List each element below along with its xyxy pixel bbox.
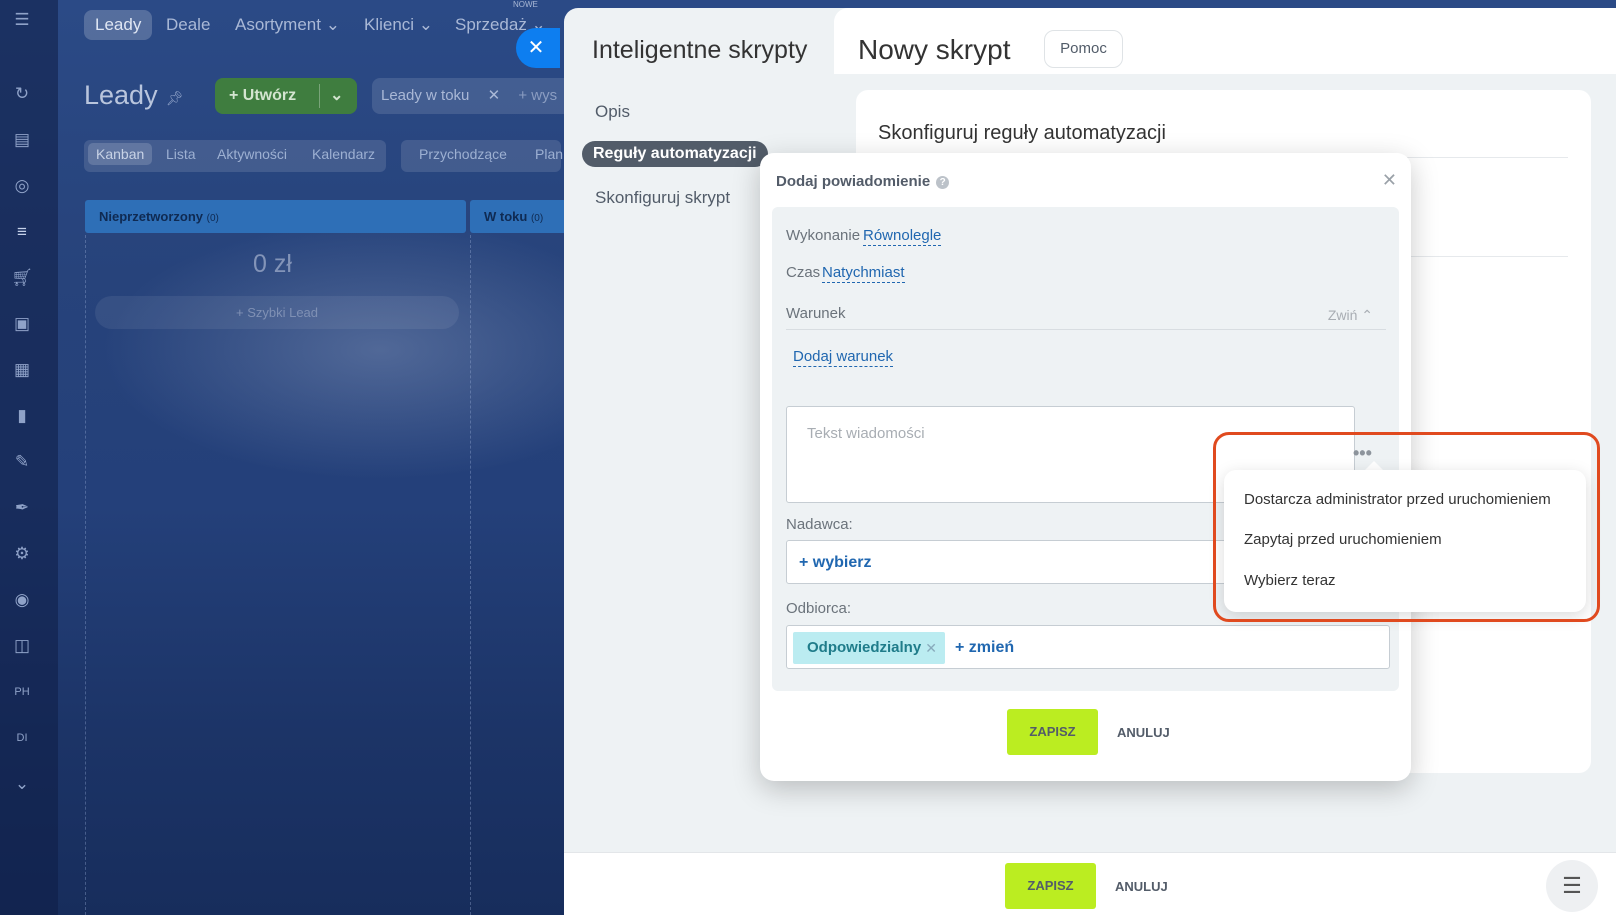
column-divider bbox=[85, 235, 86, 915]
close-icon[interactable]: ✕ bbox=[1382, 170, 1397, 191]
messenger-icon[interactable]: ▤ bbox=[11, 130, 33, 150]
column-header-nieprzetworzony: Nieprzetworzony (0) bbox=[85, 200, 466, 233]
execution-link[interactable]: Równolegle bbox=[863, 227, 942, 246]
remove-icon[interactable]: ✕ bbox=[925, 632, 937, 664]
chevron-down-icon[interactable]: ⌄ bbox=[11, 774, 33, 794]
header-title: Nowy skrypt bbox=[858, 34, 1011, 65]
tasks-icon[interactable]: ✎ bbox=[11, 452, 33, 472]
column-header-w-toku: W toku (0) bbox=[470, 200, 570, 233]
time-link[interactable]: Natychmiast bbox=[822, 264, 905, 283]
tab-aktywnosci[interactable]: Aktywności bbox=[217, 146, 287, 162]
tab-kalendarz[interactable]: Kalendarz bbox=[312, 146, 375, 162]
close-icon[interactable]: ✕ bbox=[488, 87, 501, 104]
time-label: Czas bbox=[786, 264, 821, 281]
store-icon[interactable]: ▣ bbox=[11, 314, 33, 334]
page-title: Leady bbox=[84, 80, 158, 110]
collapse-label: Zwiń bbox=[1327, 307, 1358, 323]
recipient-tag: Odpowiedzialny ✕ bbox=[793, 632, 945, 664]
tab-przychodzace[interactable]: Przychodzące bbox=[419, 146, 507, 162]
menu-icon[interactable]: ☰ bbox=[11, 10, 33, 30]
card-title: Skonfiguruj reguły automatyzacji bbox=[878, 122, 1166, 144]
panel-nav-skonfiguruj[interactable]: Skonfiguruj skrypt bbox=[595, 188, 730, 208]
add-condition-link[interactable]: Dodaj warunek bbox=[793, 348, 894, 367]
help-icon[interactable]: ? bbox=[936, 176, 950, 189]
footer-cancel-button[interactable]: ANULUJ bbox=[1115, 879, 1168, 894]
recipient-tag-label: Odpowiedzialny bbox=[807, 639, 922, 656]
popup-save-button[interactable]: ZAPISZ bbox=[1007, 709, 1098, 755]
panel-nav-opis[interactable]: Opis bbox=[595, 102, 630, 122]
footer-save-button[interactable]: ZAPISZ bbox=[1005, 863, 1096, 909]
sign-icon[interactable]: ✒ bbox=[11, 498, 33, 518]
chevron-up-icon: ⌃ bbox=[1361, 307, 1373, 323]
execution-label: Wykonanie bbox=[786, 227, 861, 244]
pin-icon[interactable]: 📌︎ bbox=[166, 90, 184, 107]
column-divider bbox=[470, 235, 471, 915]
calendar-icon[interactable]: ▦ bbox=[11, 360, 33, 380]
column-count: (0) bbox=[530, 213, 544, 224]
popup-title-text: Dodaj powiadomienie bbox=[776, 173, 931, 190]
popup-cancel-button[interactable]: ANULUJ bbox=[1117, 725, 1170, 740]
ph-icon[interactable]: PH bbox=[11, 682, 33, 702]
recipient-field[interactable]: Odpowiedzialny ✕ + zmień bbox=[786, 625, 1390, 669]
box-icon[interactable]: ◫ bbox=[11, 636, 33, 656]
panel-nav-reguly[interactable]: Reguły automatyzacji bbox=[582, 141, 768, 167]
recipient-change-link[interactable]: + zmień bbox=[955, 639, 1014, 657]
collapse-button[interactable]: Zwiń ⌃ bbox=[1328, 307, 1373, 324]
column-title: Nieprzetworzony bbox=[99, 209, 204, 224]
column-sum: 0 zł bbox=[253, 250, 292, 278]
nav-klienci[interactable]: Klienci ⌄ bbox=[364, 10, 433, 40]
panel-footer: ZAPISZ ANULUJ bbox=[564, 852, 1616, 915]
filter-search[interactable]: + wys bbox=[518, 87, 557, 104]
divider bbox=[319, 84, 320, 108]
nav-asortyment[interactable]: Asortyment ⌄ bbox=[235, 10, 340, 40]
cart-icon[interactable]: 🛒︎ bbox=[11, 268, 33, 288]
filter-tag-label: Leady w toku bbox=[381, 87, 470, 104]
popup-title: Dodaj powiadomienie? bbox=[776, 173, 950, 190]
tab-kanban[interactable]: Kanban bbox=[88, 143, 153, 165]
column-title: W toku bbox=[484, 209, 528, 224]
help-button[interactable]: Pomoc bbox=[1044, 30, 1123, 68]
condition-row: Warunek bbox=[786, 305, 1386, 330]
analytics-icon[interactable]: ▮ bbox=[11, 406, 33, 426]
create-button[interactable]: + Utwórz ⌄ bbox=[215, 78, 357, 114]
left-sidebar: ☰ ↻ ▤ ◎ ≡ 🛒︎ ▣ ▦ ▮ ✎ ✒ ⚙ ◉ ◫ PH DI ⌄ bbox=[0, 0, 58, 915]
list-icon[interactable]: ☰ bbox=[1546, 860, 1598, 912]
highlight-frame bbox=[1213, 432, 1600, 622]
crm-icon[interactable]: ≡ bbox=[11, 222, 33, 242]
sender-select-link[interactable]: + wybierz bbox=[799, 554, 871, 572]
recipient-label: Odbiorca: bbox=[786, 600, 852, 617]
sender-label: Nadawca: bbox=[786, 516, 853, 533]
panel-title: Inteligentne skrypty bbox=[592, 36, 808, 64]
tab-plan[interactable]: Plan bbox=[535, 146, 563, 162]
panel-header: Nowy skrypt Pomoc bbox=[834, 8, 1616, 74]
sales-funnel-icon[interactable]: ↻ bbox=[11, 84, 33, 104]
target-icon[interactable]: ◎ bbox=[11, 176, 33, 196]
new-badge: NOWE bbox=[513, 0, 538, 9]
di-icon[interactable]: DI bbox=[11, 728, 33, 748]
filter-tag[interactable]: Leady w toku ✕ + wys bbox=[381, 85, 557, 107]
close-slider-button[interactable]: ✕ bbox=[516, 28, 560, 68]
condition-label: Warunek bbox=[786, 305, 846, 322]
nav-deale[interactable]: Deale bbox=[166, 10, 210, 40]
settings-icon[interactable]: ⚙ bbox=[11, 544, 33, 564]
nav-leady[interactable]: Leady bbox=[84, 10, 153, 40]
quick-lead-button[interactable]: + Szybki Lead bbox=[95, 296, 459, 329]
message-placeholder: Tekst wiadomości bbox=[807, 425, 925, 442]
create-label: + Utwórz bbox=[229, 87, 297, 104]
tab-lista[interactable]: Lista bbox=[166, 146, 196, 162]
chevron-down-icon[interactable]: ⌄ bbox=[330, 78, 343, 114]
robot-icon[interactable]: ◉ bbox=[11, 590, 33, 610]
column-count: (0) bbox=[206, 213, 219, 224]
